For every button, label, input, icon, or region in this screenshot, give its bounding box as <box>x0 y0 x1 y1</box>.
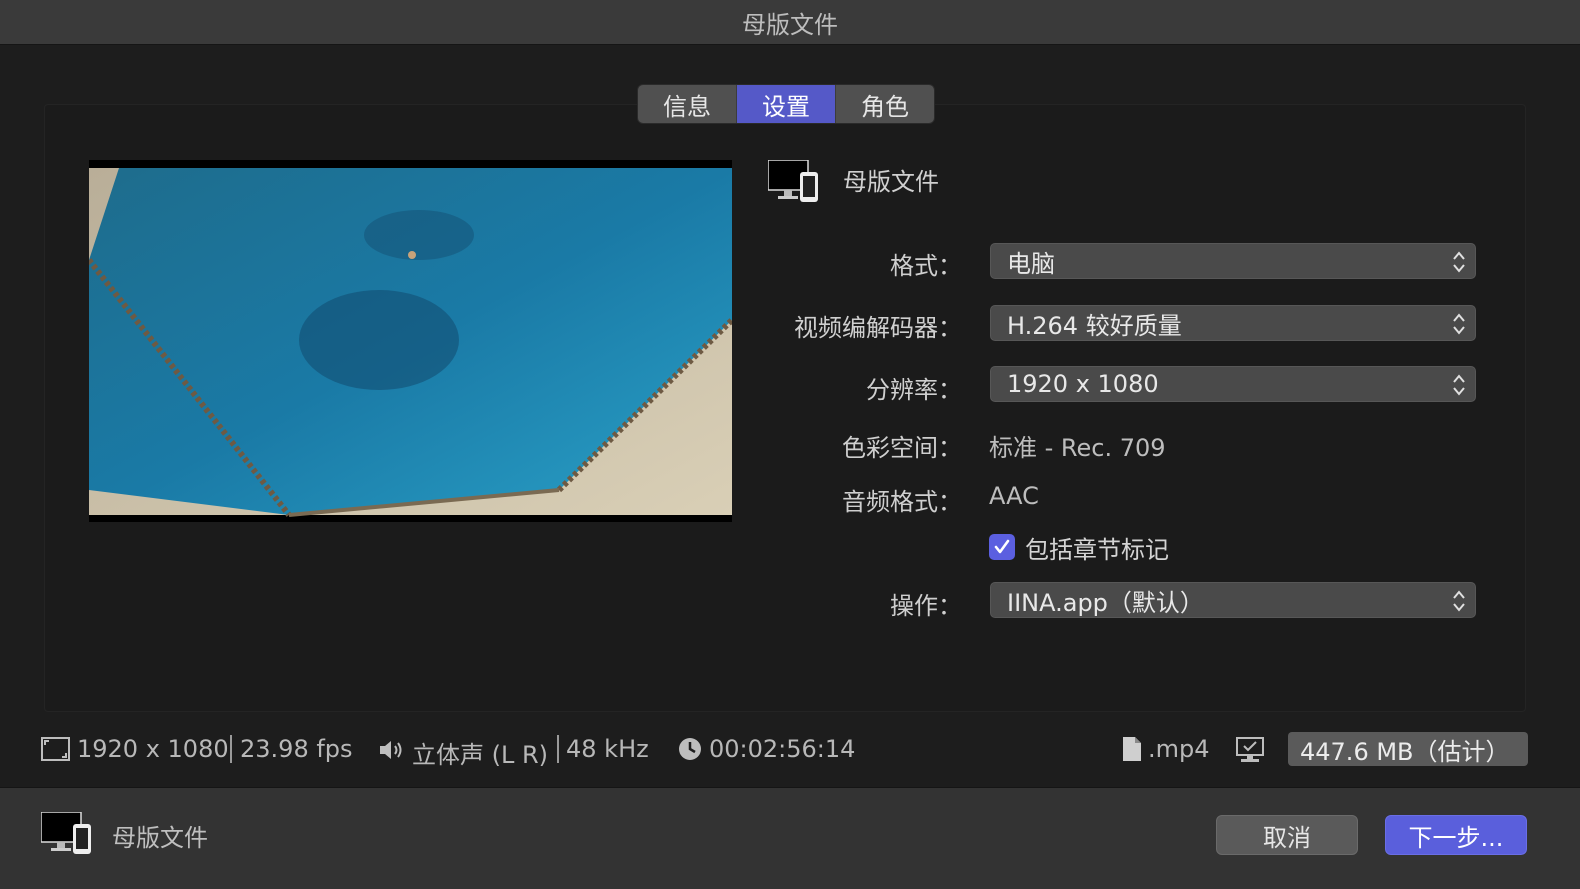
resolution-label: 分辨率： <box>866 376 962 404</box>
chapter-markers-label: 包括章节标记 <box>1025 535 1169 564</box>
format-select[interactable]: 电脑 <box>990 243 1476 279</box>
status-divider <box>557 735 559 763</box>
tab-bar: 信息 设置 角色 <box>637 84 935 124</box>
estimated-size-value: 447.6 MB（估计） <box>1300 737 1510 766</box>
tab-info[interactable]: 信息 <box>638 85 737 123</box>
action-select-value: IINA.app（默认） <box>1007 588 1204 617</box>
display-disk-icon <box>1236 737 1264 762</box>
cancel-button[interactable]: 取消 <box>1216 815 1358 855</box>
status-sample-rate: 48 kHz <box>566 735 649 763</box>
action-label: 操作： <box>890 592 962 620</box>
chapter-markers-option[interactable]: 包括章节标记 <box>989 532 1169 564</box>
stepper-arrows-icon <box>1453 313 1465 335</box>
stepper-arrows-icon <box>1453 590 1465 612</box>
format-label: 格式： <box>890 252 962 280</box>
action-select[interactable]: IINA.app（默认） <box>990 582 1476 618</box>
colorspace-label: 色彩空间： <box>842 434 962 462</box>
next-button[interactable]: 下一步... <box>1385 815 1527 855</box>
status-duration: 00:02:56:14 <box>709 735 856 763</box>
audio-format-value: AAC <box>989 482 1039 510</box>
status-divider <box>230 735 232 763</box>
tab-settings[interactable]: 设置 <box>737 85 836 123</box>
audio-format-label: 音频格式： <box>842 488 962 516</box>
footer-destination-title: 母版文件 <box>112 824 208 852</box>
estimated-size-badge: 447.6 MB（估计） <box>1288 732 1528 766</box>
speaker-icon <box>380 741 402 759</box>
computer-device-icon <box>41 812 91 854</box>
clock-icon <box>679 738 701 760</box>
status-fps: 23.98 fps <box>240 735 353 763</box>
stepper-arrows-icon <box>1453 374 1465 396</box>
chapter-markers-checkbox[interactable] <box>989 534 1015 560</box>
codec-label: 视频编解码器： <box>794 314 962 342</box>
file-icon <box>1123 737 1141 761</box>
video-preview-thumbnail <box>89 160 732 522</box>
status-file-extension: .mp4 <box>1148 735 1210 763</box>
resolution-select-value: 1920 x 1080 <box>1007 370 1159 398</box>
footer-bar: 母版文件 取消 下一步... <box>0 787 1580 889</box>
tab-roles[interactable]: 角色 <box>836 85 934 123</box>
codec-select-value: H.264 较好质量 <box>1007 311 1182 340</box>
status-bar: 1920 x 1080 23.98 fps 立体声 (L R) 48 kHz 0… <box>0 725 1580 775</box>
resolution-select[interactable]: 1920 x 1080 <box>990 366 1476 402</box>
status-dimensions: 1920 x 1080 <box>77 735 229 763</box>
format-select-value: 电脑 <box>1007 249 1055 278</box>
frame-size-icon <box>41 737 70 761</box>
stepper-arrows-icon <box>1453 251 1465 273</box>
checkmark-icon <box>994 539 1010 554</box>
codec-select[interactable]: H.264 较好质量 <box>990 305 1476 341</box>
colorspace-value: 标准 - Rec. 709 <box>989 434 1166 462</box>
status-audio-channels: 立体声 (L R) <box>412 741 549 769</box>
